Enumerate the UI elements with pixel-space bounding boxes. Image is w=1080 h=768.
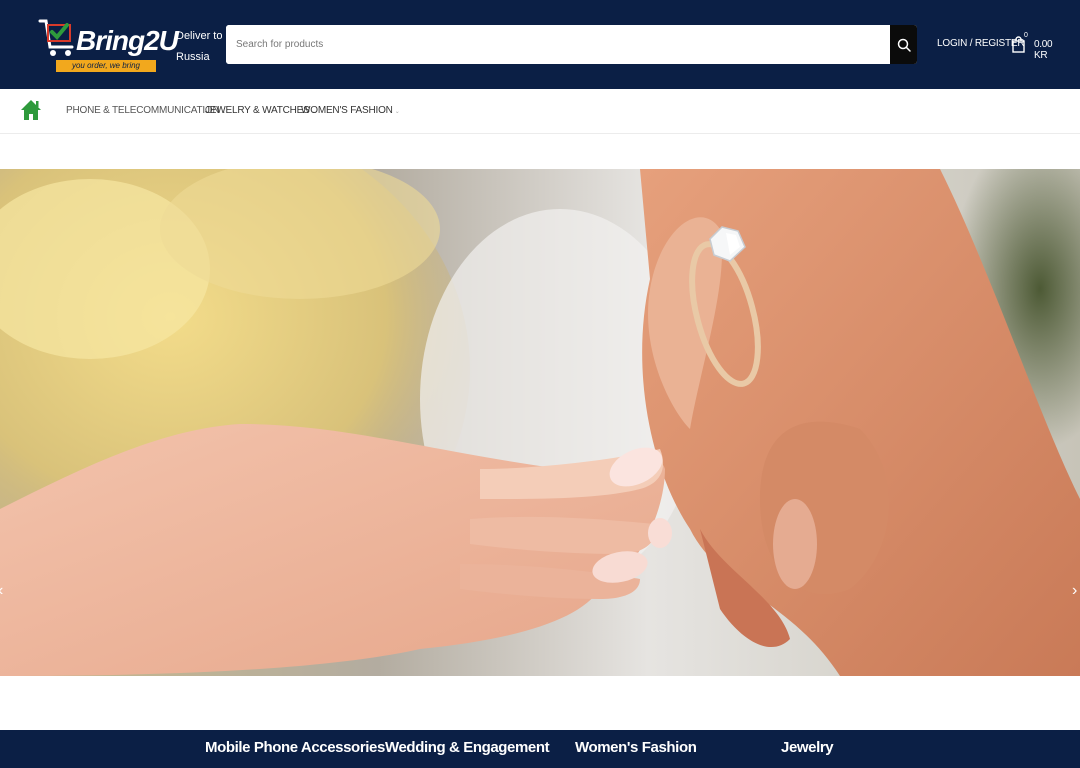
nav-item-label: WOMEN'S FASHION xyxy=(301,105,393,116)
search-button[interactable] xyxy=(890,25,917,64)
chevron-left-icon[interactable]: ‹ xyxy=(0,583,6,599)
logo-wordmark: Bring2U xyxy=(76,25,179,57)
chevron-right-icon[interactable]: › xyxy=(1072,583,1080,599)
site-logo[interactable]: Bring2U you order, we bring xyxy=(36,15,179,75)
nav-item-jewelry-watches[interactable]: JEWELRY & WATCHES ⌄ xyxy=(205,105,317,116)
deliver-label: Deliver to xyxy=(176,30,223,42)
hero-slider[interactable]: ‹ › xyxy=(0,169,1080,676)
cart-button[interactable]: 0 0.00 KR xyxy=(1012,32,1064,61)
search-input[interactable] xyxy=(226,25,890,64)
category-bar: Mobile Phone Accessories Wedding & Engag… xyxy=(0,730,1080,768)
search-icon xyxy=(897,38,911,52)
logo-word-prefix: Bring xyxy=(76,25,145,56)
deliver-to[interactable]: Deliver to Russia xyxy=(176,26,222,68)
search-bar xyxy=(226,25,917,64)
home-icon[interactable] xyxy=(20,99,42,121)
category-wedding-engagement[interactable]: Wedding & Engagement xyxy=(385,739,550,756)
hero-image xyxy=(0,169,1080,676)
chevron-down-icon: ⌄ xyxy=(394,109,400,115)
nav-item-label: JEWELRY & WATCHES xyxy=(205,105,310,116)
logo-tagline: you order, we bring xyxy=(56,60,156,72)
site-header: Bring2U you order, we bring Deliver to R… xyxy=(0,0,1080,89)
logo-word-suffix: 2U xyxy=(144,25,179,56)
nav-item-womens-fashion[interactable]: WOMEN'S FASHION ⌄ xyxy=(301,105,400,116)
category-mobile-phone-accessories[interactable]: Mobile Phone Accessories xyxy=(205,739,385,756)
nav-item-label: PHONE & TELECOMMUNICATION xyxy=(66,105,220,116)
category-womens-fashion[interactable]: Women's Fashion xyxy=(575,739,697,756)
main-nav: PHONE & TELECOMMUNICATION ⌄ JEWELRY & WAT… xyxy=(0,89,1080,134)
cart-total: 0.00 KR xyxy=(1034,39,1053,61)
nav-item-phone-telecom[interactable]: PHONE & TELECOMMUNICATION ⌄ xyxy=(66,105,227,116)
category-jewelry[interactable]: Jewelry xyxy=(781,739,834,756)
logo-cart-icon xyxy=(38,19,74,56)
cart-count-badge: 0 xyxy=(1024,32,1028,39)
deliver-country: Russia xyxy=(176,51,210,63)
